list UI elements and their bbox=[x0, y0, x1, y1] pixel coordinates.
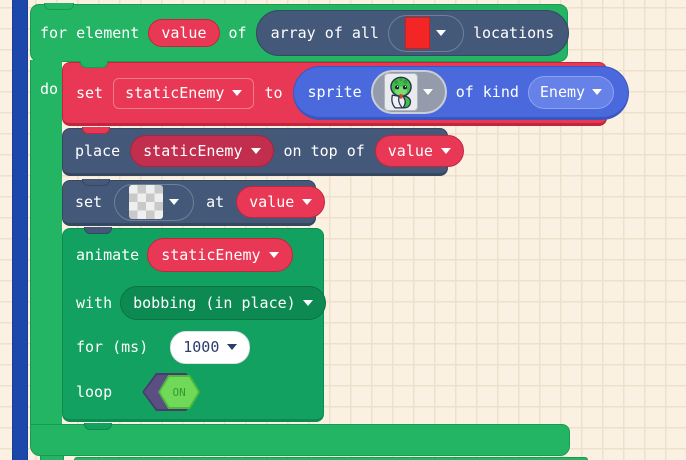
place-sprite-value: staticEnemy bbox=[143, 142, 242, 160]
loop-label: loop bbox=[76, 383, 112, 401]
with-label: with bbox=[76, 294, 112, 312]
blocks-workspace: for element value of array of all locati… bbox=[0, 0, 686, 460]
tile-location-value: value bbox=[249, 193, 294, 211]
transparent-tile-icon bbox=[129, 185, 163, 219]
set-sprite-variable-block[interactable]: set staticEnemy to sprite bbox=[62, 62, 607, 126]
place-sprite-dropdown[interactable]: staticEnemy bbox=[130, 135, 273, 167]
sprite-of-kind-block[interactable]: sprite bbox=[293, 66, 630, 120]
loop-bottom-bar[interactable] bbox=[30, 424, 570, 456]
locations-label: locations bbox=[473, 24, 554, 42]
parent-block-left-edge[interactable] bbox=[12, 0, 28, 460]
chevron-down-icon bbox=[227, 344, 237, 350]
chevron-down-icon bbox=[302, 199, 312, 205]
tile-image-dropdown[interactable] bbox=[388, 15, 464, 52]
loop-bottom-tab bbox=[40, 456, 64, 460]
chevron-down-icon bbox=[232, 90, 242, 96]
duration-value: 1000 bbox=[183, 338, 219, 356]
animate-sprite-value: staticEnemy bbox=[161, 246, 260, 264]
chevron-down-icon bbox=[303, 300, 313, 306]
on-top-of-label: on top of bbox=[284, 142, 365, 160]
chevron-down-icon bbox=[592, 89, 602, 95]
sprite-kind-dropdown[interactable]: Enemy bbox=[528, 76, 614, 109]
loop-on-off-toggle[interactable]: ON bbox=[142, 373, 200, 411]
red-tile-icon bbox=[405, 17, 430, 49]
sprite-label: sprite bbox=[308, 83, 362, 101]
place-on-top-block[interactable]: place staticEnemy on top of value bbox=[62, 128, 448, 176]
set-tile-at-block[interactable]: set at value bbox=[62, 180, 316, 226]
connector-tab bbox=[84, 423, 112, 430]
animate-sprite-dropdown[interactable]: staticEnemy bbox=[147, 238, 292, 272]
to-label: to bbox=[264, 84, 282, 102]
chevron-down-icon bbox=[269, 252, 279, 258]
animate-label: animate bbox=[76, 246, 139, 264]
sprite-image-dropdown[interactable] bbox=[371, 70, 447, 114]
connector-tab bbox=[82, 127, 110, 134]
snake-enemy-sprite-icon bbox=[384, 73, 418, 111]
tile-location-dropdown[interactable]: value bbox=[236, 186, 325, 218]
animation-type-dropdown[interactable]: bobbing (in place) bbox=[120, 286, 326, 320]
chevron-down-icon bbox=[169, 199, 179, 205]
sprite-variable-name: staticEnemy bbox=[125, 84, 224, 102]
of-label: of bbox=[229, 24, 247, 42]
connector-tab bbox=[80, 61, 108, 68]
place-location-dropdown[interactable]: value bbox=[375, 135, 464, 167]
array-of-all-label: array of all bbox=[271, 24, 379, 42]
chevron-down-icon bbox=[441, 148, 451, 154]
connector-tab bbox=[82, 179, 110, 186]
array-of-all-locations-block[interactable]: array of all locations bbox=[256, 10, 570, 56]
for-ms-label: for (ms) bbox=[76, 338, 148, 356]
animate-block[interactable]: animate staticEnemy with bobbing (in pla… bbox=[62, 228, 324, 422]
at-label: at bbox=[206, 193, 224, 211]
loop-top-notch bbox=[44, 3, 74, 10]
place-location-value: value bbox=[388, 142, 433, 160]
duration-dropdown[interactable]: 1000 bbox=[170, 331, 250, 364]
sprite-kind-value: Enemy bbox=[540, 83, 585, 101]
of-kind-label: of kind bbox=[456, 83, 519, 101]
chevron-down-icon bbox=[251, 148, 261, 154]
set-label: set bbox=[76, 84, 103, 102]
chevron-down-icon bbox=[436, 30, 446, 36]
tile-image-dropdown[interactable] bbox=[114, 184, 194, 221]
chevron-down-icon bbox=[423, 89, 433, 95]
for-element-loop-block[interactable]: for element value of array of all locati… bbox=[30, 4, 568, 62]
sprite-variable-dropdown[interactable]: staticEnemy bbox=[113, 78, 254, 109]
for-element-label: for element bbox=[40, 24, 139, 42]
animation-type-value: bobbing (in place) bbox=[133, 294, 296, 312]
place-label: place bbox=[75, 142, 120, 160]
do-label: do bbox=[40, 80, 58, 98]
connector-tab bbox=[84, 227, 112, 234]
loop-variable-label: value bbox=[161, 24, 206, 42]
loop-left-column[interactable] bbox=[30, 60, 62, 425]
loop-variable-value-pill[interactable]: value bbox=[148, 19, 219, 47]
set-label: set bbox=[75, 193, 102, 211]
